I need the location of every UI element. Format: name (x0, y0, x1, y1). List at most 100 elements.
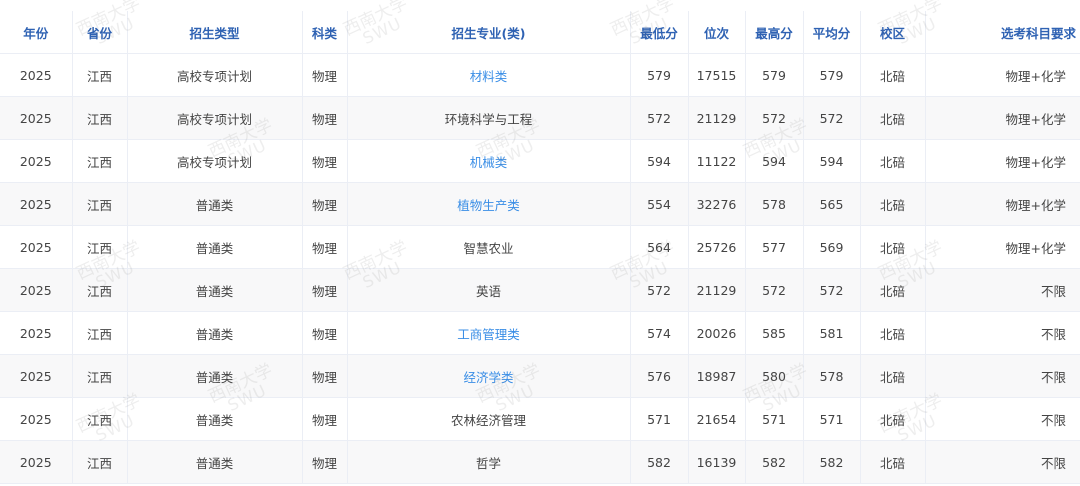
cell-enroll-type: 普通类 (127, 182, 303, 226)
header-subject[interactable]: 科类 (302, 11, 348, 54)
cell-subject: 物理 (302, 139, 348, 183)
cell-min-score: 572 (630, 268, 689, 312)
cell-avg-score: 572 (803, 268, 861, 312)
major-text: 哲学 (475, 455, 501, 471)
cell-rank: 21129 (688, 268, 746, 312)
cell-max-score: 571 (745, 397, 804, 441)
cell-max-score: 582 (745, 440, 804, 484)
cell-requirement: 不限 (925, 311, 1080, 355)
cell-max-score: 577 (745, 225, 804, 269)
major-link[interactable]: 机械类 (470, 155, 508, 170)
cell-enroll-type: 普通类 (127, 354, 303, 398)
cell-province: 江西 (72, 225, 128, 269)
cell-province: 江西 (72, 397, 128, 441)
header-enroll-type[interactable]: 招生类型 (127, 11, 303, 54)
cell-enroll-type: 普通类 (127, 440, 303, 484)
table-row: 2025 江西 普通类 物理 植物生产类 554 32276 578 565 北碚 物理+化学 (0, 182, 1080, 226)
cell-campus: 北碚 (860, 53, 926, 97)
admission-scores-page: 年份 省份 招生类型 科类 招生专业(类) 最低分 位次 最高分 平均分 校区 … (0, 0, 1080, 486)
cell-rank: 32276 (688, 182, 746, 226)
major-text: 环境科学与工程 (444, 111, 533, 127)
cell-requirement: 不限 (925, 354, 1080, 398)
cell-campus: 北碚 (860, 440, 926, 484)
cell-avg-score: 571 (803, 397, 861, 441)
cell-subject: 物理 (302, 96, 348, 140)
admission-scores-table: 年份 省份 招生类型 科类 招生专业(类) 最低分 位次 最高分 平均分 校区 … (0, 11, 1080, 484)
cell-enroll-type: 普通类 (127, 225, 303, 269)
header-rank[interactable]: 位次 (688, 11, 746, 54)
cell-year: 2025 (0, 96, 73, 140)
cell-rank: 16139 (688, 440, 746, 484)
table-row: 2025 江西 普通类 物理 农林经济管理 571 21654 571 571 北碚 不限 (0, 397, 1080, 441)
cell-max-score: 572 (745, 268, 804, 312)
header-avg-score[interactable]: 平均分 (803, 11, 861, 54)
cell-subject: 物理 (302, 354, 348, 398)
major-link[interactable]: 植物生产类 (457, 198, 520, 213)
cell-avg-score: 582 (803, 440, 861, 484)
cell-max-score: 585 (745, 311, 804, 355)
cell-enroll-type: 高校专项计划 (127, 96, 303, 140)
table-row: 2025 江西 普通类 物理 英语 572 21129 572 572 北碚 不限 (0, 268, 1080, 312)
cell-year: 2025 (0, 182, 73, 226)
cell-rank: 25726 (688, 225, 746, 269)
major-text: 英语 (475, 283, 501, 299)
cell-subject: 物理 (302, 225, 348, 269)
cell-year: 2025 (0, 53, 73, 97)
cell-subject: 物理 (302, 182, 348, 226)
major-link[interactable]: 经济学类 (463, 370, 513, 385)
cell-province: 江西 (72, 96, 128, 140)
table-body: 2025 江西 高校专项计划 物理 材料类 579 17515 579 579 北碚 物理+化学 20… (0, 53, 1080, 484)
table-header: 年份 省份 招生类型 科类 招生专业(类) 最低分 位次 最高分 平均分 校区 … (0, 11, 1080, 54)
cell-rank: 21129 (688, 96, 746, 140)
cell-major: 机械类 (347, 139, 631, 183)
cell-avg-score: 579 (803, 53, 861, 97)
cell-province: 江西 (72, 139, 128, 183)
header-max-score[interactable]: 最高分 (745, 11, 804, 54)
header-campus[interactable]: 校区 (860, 11, 926, 54)
major-link[interactable]: 工商管理类 (457, 327, 520, 342)
header-year[interactable]: 年份 (0, 11, 73, 54)
header-major[interactable]: 招生专业(类) (347, 11, 631, 54)
major-text: 农林经济管理 (450, 412, 526, 428)
cell-year: 2025 (0, 311, 73, 355)
cell-min-score: 571 (630, 397, 689, 441)
cell-subject: 物理 (302, 311, 348, 355)
header-province[interactable]: 省份 (72, 11, 128, 54)
cell-max-score: 580 (745, 354, 804, 398)
cell-enroll-type: 高校专项计划 (127, 53, 303, 97)
header-min-score[interactable]: 最低分 (630, 11, 689, 54)
cell-enroll-type: 高校专项计划 (127, 139, 303, 183)
cell-major: 农林经济管理 (347, 397, 631, 441)
cell-avg-score: 569 (803, 225, 861, 269)
cell-min-score: 576 (630, 354, 689, 398)
cell-year: 2025 (0, 397, 73, 441)
cell-avg-score: 581 (803, 311, 861, 355)
cell-requirement: 物理+化学 (925, 139, 1080, 183)
cell-major: 英语 (347, 268, 631, 312)
major-link[interactable]: 材料类 (470, 69, 508, 84)
cell-major: 经济学类 (347, 354, 631, 398)
cell-campus: 北碚 (860, 96, 926, 140)
header-requirement[interactable]: 选考科目要求 (925, 11, 1080, 54)
cell-requirement: 物理+化学 (925, 182, 1080, 226)
cell-major: 哲学 (347, 440, 631, 484)
table-row: 2025 江西 普通类 物理 经济学类 576 18987 580 578 北碚 不限 (0, 354, 1080, 398)
table-row: 2025 江西 高校专项计划 物理 材料类 579 17515 579 579 北碚 物理+化学 (0, 53, 1080, 97)
cell-campus: 北碚 (860, 182, 926, 226)
cell-major: 植物生产类 (347, 182, 631, 226)
cell-avg-score: 565 (803, 182, 861, 226)
cell-campus: 北碚 (860, 139, 926, 183)
cell-subject: 物理 (302, 268, 348, 312)
table-row: 2025 江西 高校专项计划 物理 机械类 594 11122 594 594 北碚 物理+化学 (0, 139, 1080, 183)
cell-province: 江西 (72, 311, 128, 355)
table-row: 2025 江西 普通类 物理 智慧农业 564 25726 577 569 北碚 物理+化学 (0, 225, 1080, 269)
cell-requirement: 不限 (925, 397, 1080, 441)
cell-year: 2025 (0, 139, 73, 183)
cell-year: 2025 (0, 225, 73, 269)
major-text: 智慧农业 (463, 240, 514, 256)
cell-avg-score: 594 (803, 139, 861, 183)
cell-requirement: 物理+化学 (925, 53, 1080, 97)
cell-enroll-type: 普通类 (127, 397, 303, 441)
cell-campus: 北碚 (860, 311, 926, 355)
cell-enroll-type: 普通类 (127, 268, 303, 312)
